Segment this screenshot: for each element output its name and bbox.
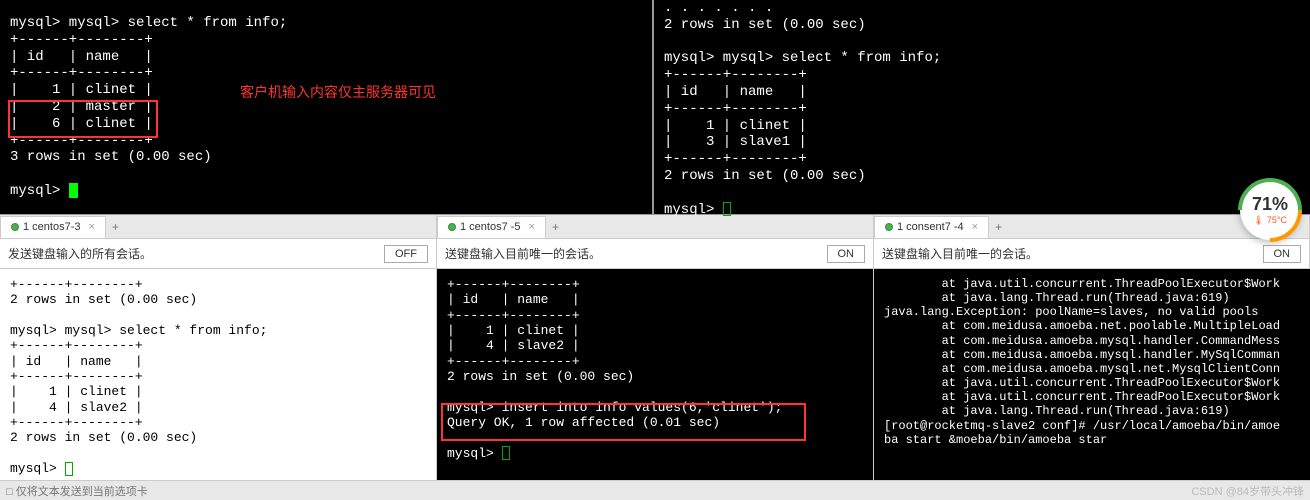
tab-label: 1 centos7-3 bbox=[23, 221, 80, 233]
tab-label: 1 consent7 -4 bbox=[897, 221, 964, 233]
toggle-button[interactable]: OFF bbox=[384, 245, 428, 263]
terminal-output: +------+--------+ | id | name | +------+… bbox=[447, 277, 863, 461]
cursor-icon bbox=[723, 202, 731, 216]
terminal-bottom-1[interactable]: +------+--------+ 2 rows in set (0.00 se… bbox=[0, 269, 437, 481]
close-icon[interactable]: × bbox=[529, 221, 535, 233]
info-text: 发送键盘输入的所有会话。 bbox=[8, 245, 152, 262]
terminal-top-right[interactable]: . . . . . . . 2 rows in set (0.00 sec) m… bbox=[654, 0, 1310, 214]
tab-centos7-3[interactable]: 1 centos7-3 × bbox=[0, 216, 106, 238]
tab-centos7-5[interactable]: 1 centos7 -5 × bbox=[437, 216, 546, 238]
status-dot-icon bbox=[11, 223, 19, 231]
info-text: 送键盘输入目前唯一的会话。 bbox=[882, 245, 1038, 262]
status-dot-icon bbox=[448, 223, 456, 231]
tab-consent7-4[interactable]: 1 consent7 -4 × bbox=[874, 216, 989, 238]
watermark: CSDN @84岁带头冲锋 bbox=[1191, 483, 1304, 499]
toggle-button[interactable]: ON bbox=[827, 245, 866, 263]
annotation-text: 客户机输入内容仅主服务器可见 bbox=[240, 84, 436, 101]
toggle-button[interactable]: ON bbox=[1263, 245, 1302, 263]
close-icon[interactable]: × bbox=[972, 221, 978, 233]
add-tab-button[interactable]: + bbox=[106, 218, 125, 236]
cpu-percent: 71% bbox=[1252, 194, 1288, 215]
terminal-output: mysql> mysql> select * from info; +-----… bbox=[10, 15, 642, 200]
terminal-output: . . . . . . . 2 rows in set (0.00 sec) m… bbox=[664, 0, 1300, 218]
status-bar: □ 仅将文本发送到当前选项卡 CSDN @84岁带头冲锋 bbox=[0, 480, 1310, 500]
terminal-output: at java.util.concurrent.ThreadPoolExecut… bbox=[884, 277, 1300, 447]
add-tab-button[interactable]: + bbox=[989, 218, 1008, 236]
info-bar: 发送键盘输入的所有会话。 OFF 送键盘输入目前唯一的会话。 ON 送键盘输入目… bbox=[0, 239, 1310, 269]
cursor-icon bbox=[69, 183, 78, 198]
status-dot-icon bbox=[885, 223, 893, 231]
add-tab-button[interactable]: + bbox=[546, 218, 565, 236]
close-icon[interactable]: × bbox=[88, 221, 94, 233]
tabs-bar: 1 centos7-3 × + 1 centos7 -5 × + 1 consent… bbox=[0, 215, 1310, 239]
cursor-icon bbox=[502, 446, 510, 460]
cpu-temp: 🌡 75°C bbox=[1253, 215, 1287, 226]
terminal-bottom-3[interactable]: at java.util.concurrent.ThreadPoolExecut… bbox=[874, 269, 1310, 481]
cursor-icon bbox=[65, 462, 73, 476]
terminal-output: +------+--------+ 2 rows in set (0.00 se… bbox=[10, 277, 426, 476]
info-text: 送键盘输入目前唯一的会话。 bbox=[445, 245, 601, 262]
tab-label: 1 centos7 -5 bbox=[460, 221, 521, 233]
terminal-top-left[interactable]: mysql> mysql> select * from info; +-----… bbox=[0, 0, 654, 214]
system-monitor-badge[interactable]: 71% 🌡 75°C bbox=[1240, 180, 1300, 240]
terminal-bottom-2[interactable]: +------+--------+ | id | name | +------+… bbox=[437, 269, 874, 481]
status-left: □ 仅将文本发送到当前选项卡 bbox=[6, 483, 148, 499]
